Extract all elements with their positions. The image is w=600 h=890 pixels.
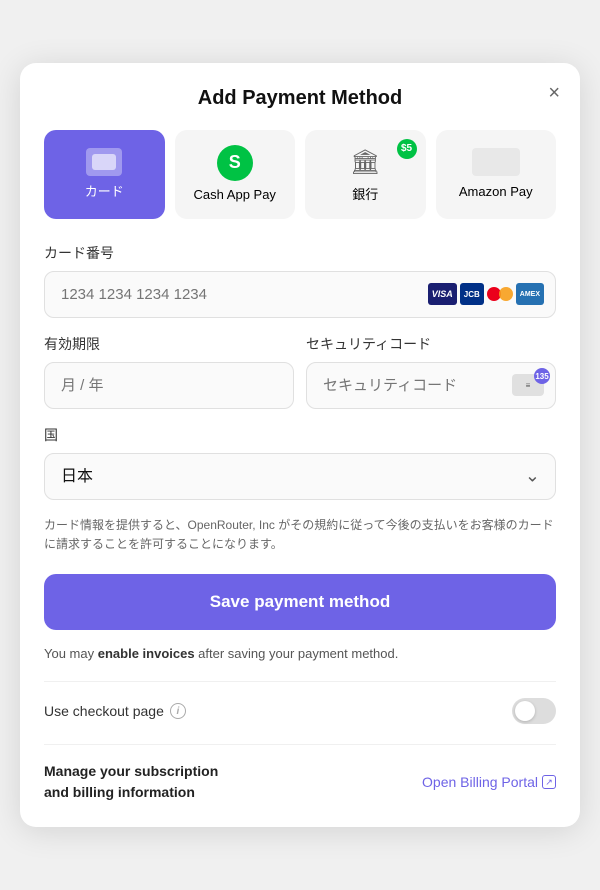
- cash-app-icon: S: [217, 145, 253, 181]
- tab-bank[interactable]: $5 🏛 銀行: [305, 130, 426, 219]
- add-payment-modal: × Add Payment Method カード S Cash App Pay …: [20, 63, 580, 827]
- security-group: セキュリティコード ≡ 135: [306, 334, 556, 409]
- cvv-lines: ≡: [526, 381, 531, 390]
- country-select-wrapper: 日本 アメリカ イギリス ⌄: [44, 453, 556, 500]
- card-icon: [86, 148, 122, 176]
- invoice-note-suffix: after saving your payment method.: [195, 646, 399, 661]
- country-label: 国: [44, 425, 556, 445]
- tab-bank-label: 銀行: [352, 187, 378, 204]
- bank-icon: 🏛: [347, 145, 383, 181]
- tab-card[interactable]: カード: [44, 130, 165, 219]
- jcb-logo: JCB: [460, 283, 484, 305]
- checkout-label-group: Use checkout page i: [44, 703, 186, 719]
- expiry-label: 有効期限: [44, 334, 294, 354]
- mastercard-logo: [487, 285, 513, 303]
- tab-amazon-pay-label: Amazon Pay: [459, 184, 533, 201]
- modal-title: Add Payment Method: [44, 87, 556, 110]
- visa-logo: VISA: [428, 283, 457, 305]
- expiry-security-row: 有効期限 セキュリティコード ≡ 135: [44, 334, 556, 409]
- country-select[interactable]: 日本 アメリカ イギリス: [44, 453, 556, 500]
- billing-row: Manage your subscriptionand billing info…: [44, 761, 556, 803]
- tab-amazon-pay[interactable]: Amazon Pay: [436, 130, 557, 219]
- bank-badge: $5: [397, 139, 417, 159]
- payment-tabs: カード S Cash App Pay $5 🏛 銀行 Amazon Pay: [44, 130, 556, 219]
- tab-cash-app-label: Cash App Pay: [194, 187, 276, 204]
- disclaimer-text: カード情報を提供すると、OpenRouter, Inc がその規約に従って今後の…: [44, 516, 556, 554]
- card-logos: VISA JCB AMEX: [428, 283, 544, 305]
- security-label: セキュリティコード: [306, 334, 556, 354]
- save-payment-button[interactable]: Save payment method: [44, 574, 556, 630]
- open-billing-portal-link[interactable]: Open Billing Portal ↗: [422, 774, 556, 790]
- expiry-input[interactable]: [44, 362, 294, 409]
- invoice-note-link[interactable]: enable invoices: [98, 646, 195, 661]
- expiry-group: 有効期限: [44, 334, 294, 409]
- checkout-toggle[interactable]: [512, 698, 556, 724]
- checkout-label-text: Use checkout page: [44, 703, 164, 719]
- billing-link-text: Open Billing Portal: [422, 774, 538, 790]
- tab-card-label: カード: [85, 184, 124, 201]
- billing-label: Manage your subscriptionand billing info…: [44, 761, 218, 803]
- divider: [44, 681, 556, 682]
- amex-logo: AMEX: [516, 283, 544, 305]
- cvv-icon: ≡ 135: [512, 374, 544, 396]
- security-wrapper: ≡ 135: [306, 362, 556, 409]
- card-number-wrapper: VISA JCB AMEX: [44, 271, 556, 318]
- close-button[interactable]: ×: [544, 79, 564, 107]
- cvv-badge: 135: [534, 368, 550, 384]
- invoice-note-prefix: You may: [44, 646, 98, 661]
- checkout-row: Use checkout page i: [44, 698, 556, 724]
- card-number-label: カード番号: [44, 243, 556, 263]
- external-link-icon: ↗: [542, 775, 556, 789]
- tab-cash-app[interactable]: S Cash App Pay: [175, 130, 296, 219]
- amazon-pay-icon: [472, 148, 520, 176]
- divider-2: [44, 744, 556, 745]
- info-icon[interactable]: i: [170, 703, 186, 719]
- invoice-note: You may enable invoices after saving you…: [44, 646, 556, 661]
